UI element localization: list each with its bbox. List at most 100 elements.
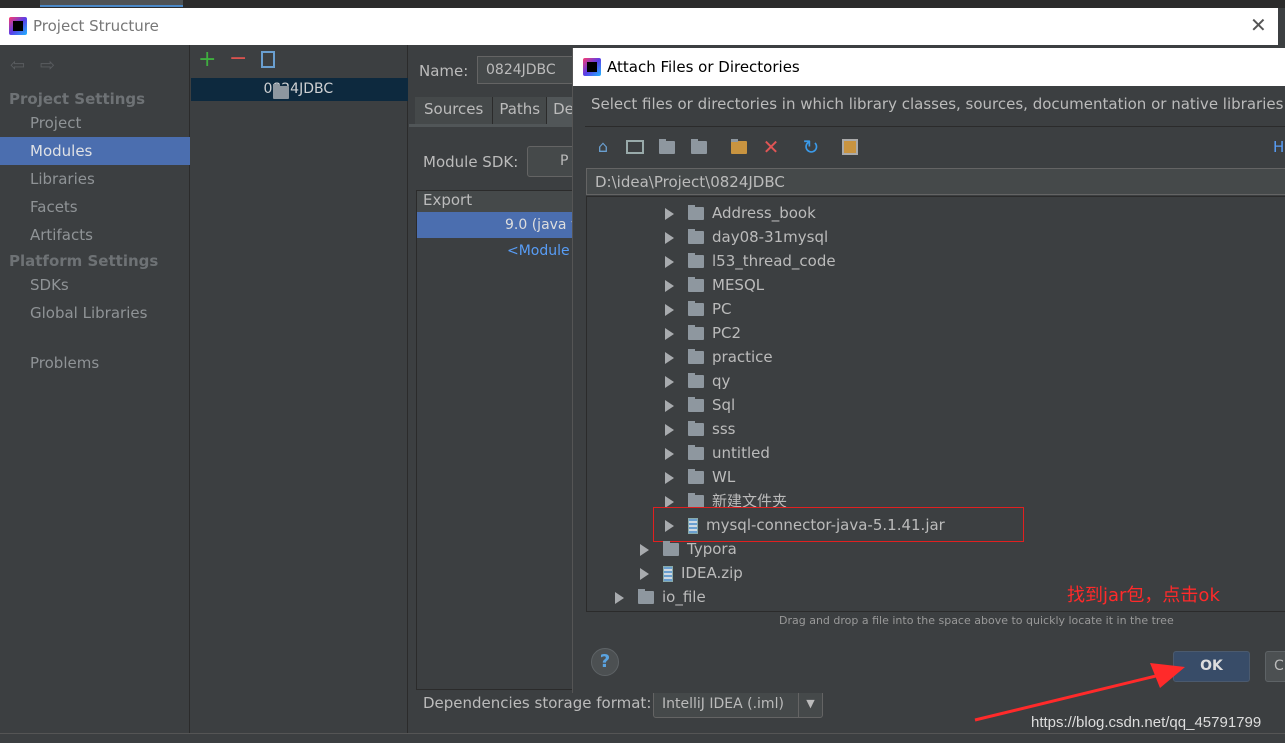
expand-arrow-icon[interactable] [665, 471, 674, 484]
tab-paths[interactable]: Paths [493, 97, 548, 124]
expand-arrow-icon[interactable] [665, 279, 674, 292]
folder-icon [688, 205, 704, 220]
show-hidden-icon[interactable] [842, 139, 858, 155]
expand-arrow-icon[interactable] [665, 207, 674, 220]
copy-icon[interactable] [261, 51, 275, 68]
tree-node[interactable]: day08-31mysql [665, 225, 828, 249]
sidebar-item-facets[interactable]: Facets [0, 193, 190, 221]
new-folder-icon[interactable] [731, 139, 747, 154]
folder-icon [688, 445, 704, 460]
expand-arrow-icon[interactable] [640, 543, 649, 556]
chevron-down-icon[interactable]: ▼ [798, 691, 822, 717]
sidebar-item-libraries[interactable]: Libraries [0, 165, 190, 193]
add-icon[interactable]: + [198, 47, 216, 72]
sidebar-item-project[interactable]: Project [0, 109, 190, 137]
sidebar-item-modules[interactable]: Modules [0, 137, 190, 165]
expand-arrow-icon[interactable] [665, 495, 674, 508]
delete-icon[interactable]: ✕ [762, 137, 780, 157]
desktop-icon[interactable] [626, 140, 644, 154]
tree-node-label: mysql-connector-java-5.1.41.jar [706, 516, 945, 534]
tree-node[interactable]: MESQL [665, 273, 764, 297]
sidebar-item-artifacts[interactable]: Artifacts [0, 221, 190, 249]
tree-node[interactable]: PC2 [665, 321, 741, 345]
tree-node[interactable]: IDEA.zip [640, 561, 743, 585]
platform-settings-header: Platform Settings [9, 252, 159, 270]
folder-icon [688, 253, 704, 268]
modules-panel: + − 0824JDBC [191, 45, 408, 733]
tree-node[interactable]: untitled [665, 441, 770, 465]
module-folder-icon[interactable] [691, 139, 707, 154]
storage-format-label: Dependencies storage format: [423, 694, 652, 712]
path-input[interactable]: D:\idea\Project\0824JDBC [586, 168, 1285, 195]
tab-sources[interactable]: Sources [415, 97, 494, 124]
module-folder-icon [273, 84, 289, 99]
project-folder-icon[interactable] [659, 139, 675, 154]
tabs: Sources Paths Dep [415, 97, 590, 124]
tree-node-label: io_file [662, 588, 706, 606]
window-title: Project Structure [33, 17, 159, 35]
annotation-text: 找到jar包，点击ok [1067, 585, 1220, 606]
name-input[interactable]: 0824JDBC [477, 56, 577, 84]
archive-icon [688, 517, 698, 534]
folder-icon [688, 301, 704, 316]
sidebar: ⇦ ⇨ Project Settings Project Modules Lib… [0, 45, 190, 733]
tree-node[interactable]: Address_book [665, 201, 816, 225]
forward-icon[interactable]: ⇨ [40, 55, 55, 76]
tree-node-label: qy [712, 372, 731, 390]
dialog-description: Select files or directories in which lib… [591, 95, 1285, 113]
folder-icon [688, 349, 704, 364]
folder-icon [688, 397, 704, 412]
tree-node[interactable]: mysql-connector-java-5.1.41.jar [665, 513, 945, 537]
expand-arrow-icon[interactable] [665, 351, 674, 364]
tree-node[interactable]: Sql [665, 393, 735, 417]
tree-node[interactable]: qy [665, 369, 730, 393]
folder-icon [663, 541, 679, 556]
tree-node-label: l53_thread_code [712, 252, 836, 270]
remove-icon[interactable]: − [229, 46, 247, 71]
sidebar-item-global-libraries[interactable]: Global Libraries [0, 299, 190, 327]
expand-arrow-icon[interactable] [665, 231, 674, 244]
expand-arrow-icon[interactable] [615, 591, 624, 604]
expand-arrow-icon[interactable] [665, 423, 674, 436]
help-icon[interactable]: ? [591, 648, 619, 676]
storage-format-select[interactable]: IntelliJ IDEA (.iml) ▼ [653, 690, 823, 718]
hide-path-link[interactable]: H [1273, 138, 1284, 156]
back-icon[interactable]: ⇦ [10, 55, 25, 76]
expand-arrow-icon[interactable] [640, 567, 649, 580]
tree-node[interactable]: io_file [615, 585, 706, 609]
table-row[interactable]: <Module [417, 238, 585, 264]
expand-arrow-icon[interactable] [665, 399, 674, 412]
tree-node-label: PC [712, 300, 732, 318]
tree-node[interactable]: sss [665, 417, 735, 441]
tree-node[interactable]: WL [665, 465, 735, 489]
tree-node[interactable]: l53_thread_code [665, 249, 836, 273]
archive-icon [663, 565, 673, 582]
tree-node-label: practice [712, 348, 773, 366]
sidebar-item-sdks[interactable]: SDKs [0, 271, 190, 299]
expand-arrow-icon[interactable] [665, 303, 674, 316]
close-icon[interactable]: ✕ [1250, 13, 1267, 37]
folder-icon [688, 277, 704, 292]
table-row[interactable]: 9.0 (java v [417, 212, 585, 238]
divider [585, 126, 1285, 127]
intellij-logo-icon [9, 17, 27, 35]
cancel-button[interactable]: C [1265, 651, 1285, 682]
expand-arrow-icon[interactable] [665, 375, 674, 388]
expand-arrow-icon[interactable] [665, 447, 674, 460]
tree-node[interactable]: PC [665, 297, 732, 321]
tree-node[interactable]: Typora [640, 537, 737, 561]
expand-arrow-icon[interactable] [665, 519, 674, 532]
tree-node[interactable]: practice [665, 345, 773, 369]
refresh-icon[interactable]: ↻ [802, 137, 820, 157]
module-item[interactable]: 0824JDBC [191, 78, 408, 101]
folder-icon [688, 469, 704, 484]
sidebar-item-problems[interactable]: Problems [0, 349, 190, 377]
folder-icon [688, 229, 704, 244]
editor-tab[interactable] [40, 0, 183, 7]
folder-icon [688, 421, 704, 436]
expand-arrow-icon[interactable] [665, 327, 674, 340]
home-icon[interactable]: ⌂ [594, 138, 612, 156]
folder-icon [638, 589, 654, 604]
folder-icon [688, 373, 704, 388]
expand-arrow-icon[interactable] [665, 255, 674, 268]
